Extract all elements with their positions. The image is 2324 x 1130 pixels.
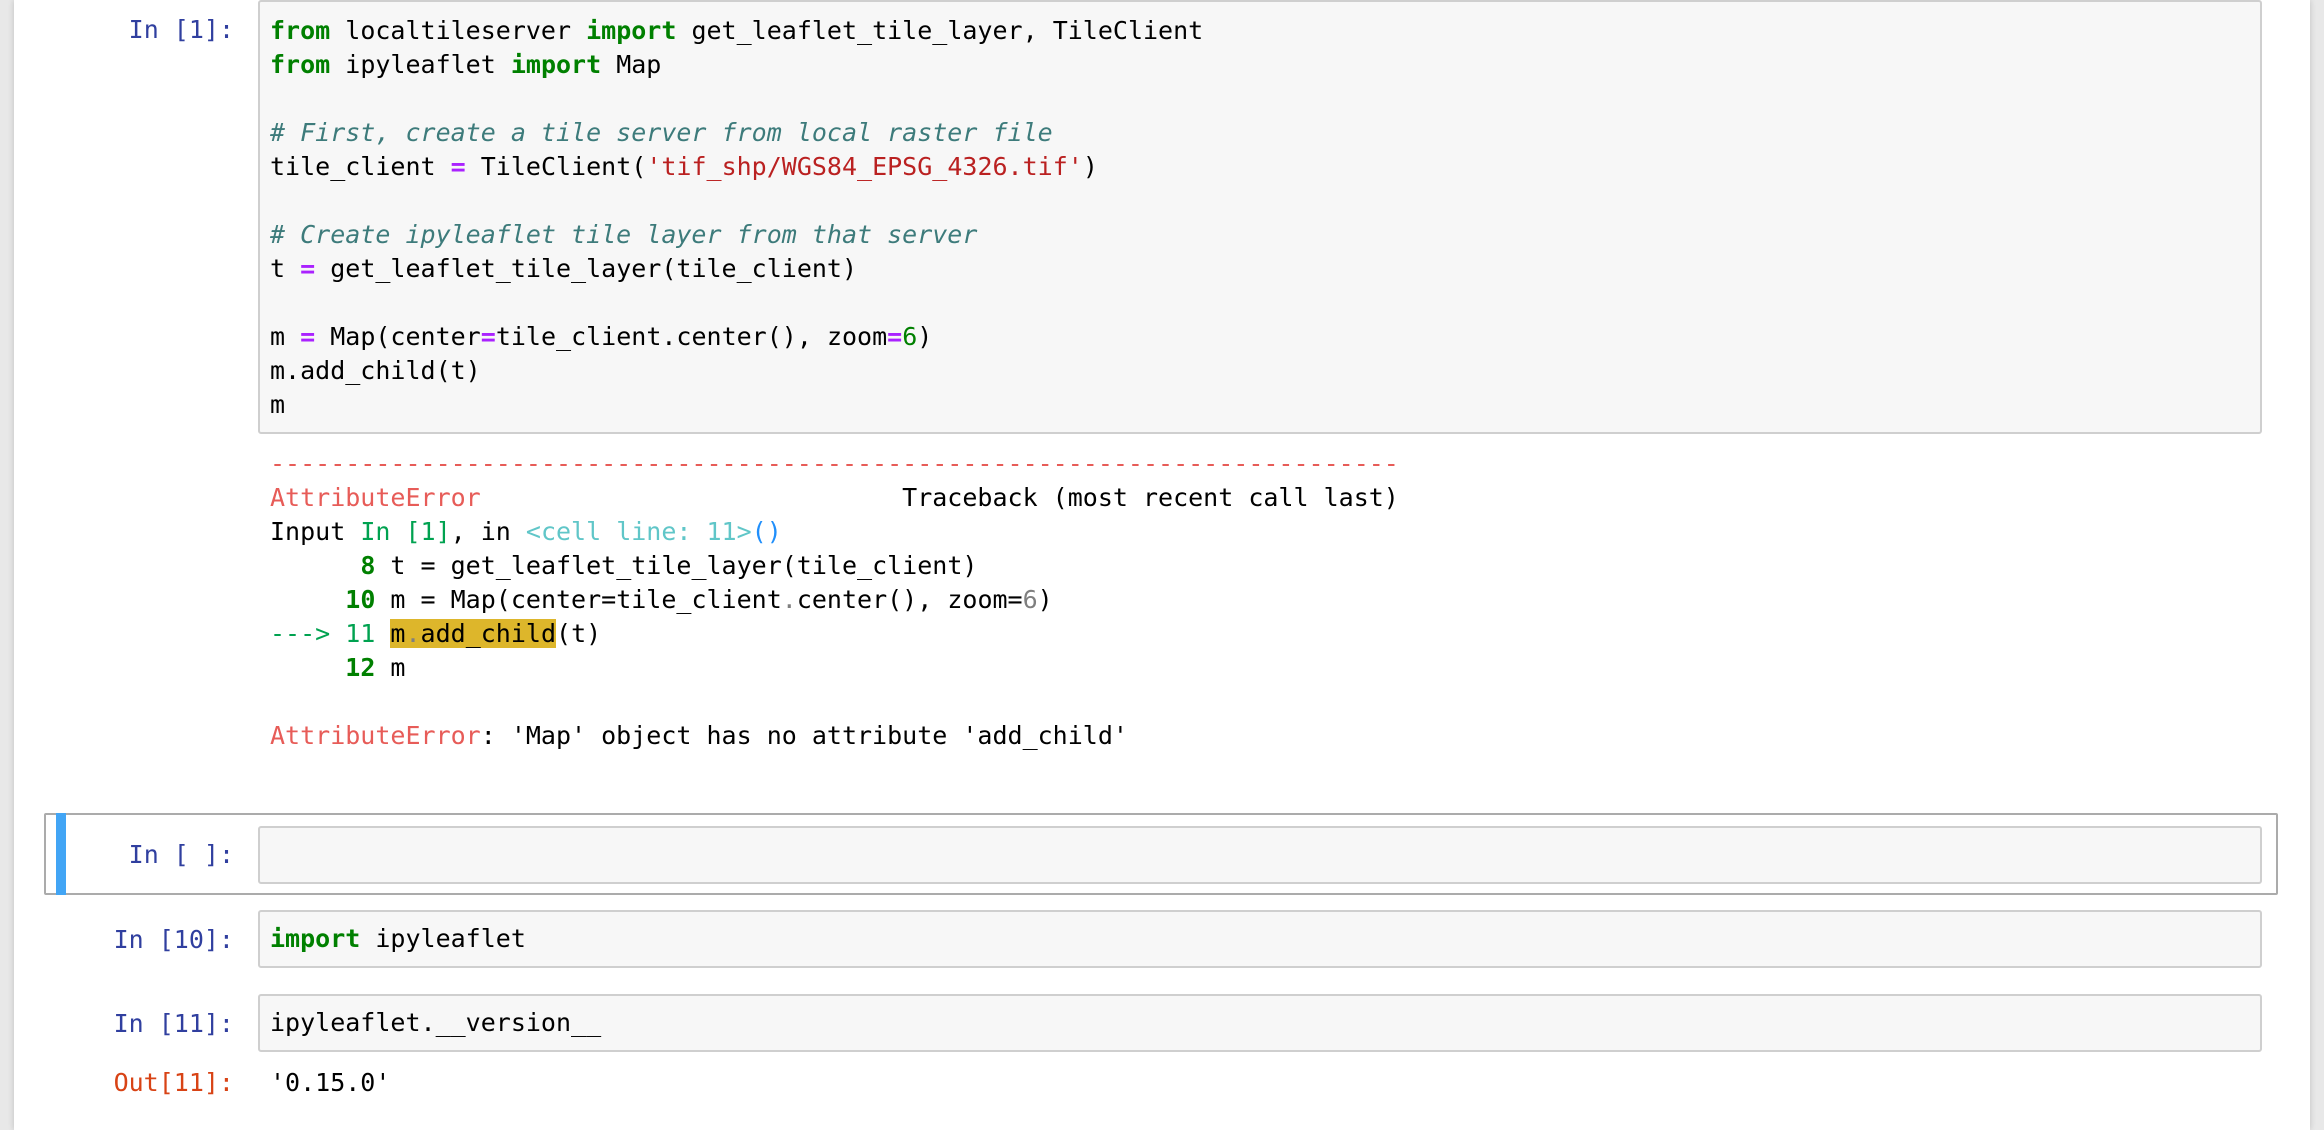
code-token: = bbox=[450, 152, 466, 181]
input-prompt: In [ ]: bbox=[128, 840, 234, 869]
code-token: m bbox=[390, 619, 406, 648]
code-token: . bbox=[781, 585, 797, 614]
code-text[interactable]: ipyleaflet.__version__ bbox=[270, 1006, 601, 1040]
code-token: from bbox=[270, 16, 331, 45]
code-token: 10 bbox=[345, 585, 376, 614]
output-line: 12 m bbox=[270, 651, 1399, 685]
code-token: Map bbox=[601, 50, 662, 79]
code-token: add_child bbox=[420, 619, 557, 648]
code-text[interactable]: from localtileserver import get_leaflet_… bbox=[270, 14, 1203, 422]
input-prompt: In [10]: bbox=[113, 925, 234, 954]
code-token: 6 bbox=[902, 322, 918, 351]
code-line: from localtileserver import get_leaflet_… bbox=[270, 14, 1203, 48]
code-editor[interactable]: from localtileserver import get_leaflet_… bbox=[258, 0, 2262, 434]
output-prompt: Out[11]: bbox=[113, 1068, 234, 1097]
code-token: tile_client bbox=[270, 152, 451, 181]
code-token: import bbox=[586, 16, 677, 45]
code-line: from ipyleaflet import Map bbox=[270, 48, 1203, 82]
code-token: ipyleaflet.__version__ bbox=[270, 1008, 602, 1037]
notebook-area: In [1]: from localtileserver import get_… bbox=[14, 0, 2310, 1130]
code-line: m bbox=[270, 388, 1203, 422]
code-token: ipyleaflet bbox=[330, 50, 511, 79]
code-token: . bbox=[405, 619, 421, 648]
output-line: AttributeError Traceback (most recent ca… bbox=[270, 481, 1399, 515]
code-token: ) bbox=[1082, 152, 1098, 181]
code-token: 12 bbox=[345, 653, 376, 682]
code-token: (t) bbox=[556, 619, 602, 648]
code-token: m bbox=[375, 653, 406, 682]
code-line: t = get_leaflet_tile_layer(tile_client) bbox=[270, 252, 1203, 286]
code-editor-empty[interactable] bbox=[258, 826, 2262, 884]
code-line: tile_client = TileClient('tif_shp/WGS84_… bbox=[270, 150, 1203, 184]
code-token: m bbox=[270, 390, 286, 419]
error-output: ----------------------------------------… bbox=[270, 447, 1399, 753]
output-line: 10 m = Map(center=tile_client.center(), … bbox=[270, 583, 1399, 617]
code-token: ----------------------------------------… bbox=[270, 449, 1399, 478]
code-token: 6 bbox=[1022, 585, 1038, 614]
code-token: Traceback (most recent call last) bbox=[480, 483, 1399, 512]
code-token: m = Map(center=tile_client bbox=[375, 585, 782, 614]
code-token: 'tif_shp/WGS84_EPSG_4326.tif' bbox=[646, 152, 1083, 181]
code-token: # Create ipyleaflet tile layer from that… bbox=[270, 220, 978, 249]
code-token: t bbox=[270, 254, 301, 283]
code-token: get_leaflet_tile_layer, TileClient bbox=[676, 16, 1204, 45]
code-token: ipyleaflet bbox=[360, 924, 526, 953]
code-token: from bbox=[270, 50, 331, 79]
code-token: = bbox=[480, 322, 496, 351]
code-token: In [1] bbox=[360, 517, 451, 546]
code-text[interactable]: import ipyleaflet bbox=[270, 922, 526, 956]
input-prompt: In [11]: bbox=[113, 1009, 234, 1038]
code-token: AttributeError bbox=[270, 721, 481, 750]
code-token: TileClient( bbox=[465, 152, 647, 181]
code-token: ---> 11 bbox=[270, 619, 391, 648]
code-token: # First, create a tile server from local… bbox=[270, 118, 1053, 147]
code-line: ipyleaflet.__version__ bbox=[270, 1006, 601, 1040]
code-token: () bbox=[751, 517, 782, 546]
code-token: import bbox=[510, 50, 602, 79]
code-token: ) bbox=[1037, 585, 1053, 614]
code-token: , in bbox=[450, 517, 526, 546]
output-value: '0.15.0' bbox=[270, 1068, 391, 1097]
output-line: Input In [1], in <cell line: 11>() bbox=[270, 515, 1399, 549]
code-line: import ipyleaflet bbox=[270, 922, 526, 956]
code-line: # Create ipyleaflet tile layer from that… bbox=[270, 218, 1203, 252]
code-token: = bbox=[887, 322, 903, 351]
code-line: m = Map(center=tile_client.center(), zoo… bbox=[270, 320, 1203, 354]
code-token: tile_client.center(), zoom bbox=[495, 322, 888, 351]
code-token: center(), zoom= bbox=[796, 585, 1023, 614]
output-line: ---> 11 m.add_child(t) bbox=[270, 617, 1399, 651]
code-token: : 'Map' object has no attribute 'add_chi… bbox=[480, 721, 1128, 750]
code-token: = bbox=[300, 254, 316, 283]
code-token: import bbox=[270, 924, 361, 953]
input-prompt: In [1]: bbox=[128, 15, 234, 44]
code-editor[interactable]: ipyleaflet.__version__ bbox=[258, 994, 2262, 1052]
code-editor[interactable]: import ipyleaflet bbox=[258, 910, 2262, 968]
output-line: ----------------------------------------… bbox=[270, 447, 1399, 481]
code-token: localtileserver bbox=[330, 16, 587, 45]
code-token: 8 bbox=[360, 551, 376, 580]
code-token: m.add_child(t) bbox=[270, 356, 481, 385]
code-token: m bbox=[270, 322, 301, 351]
code-line: # First, create a tile server from local… bbox=[270, 116, 1203, 150]
code-token: = bbox=[300, 322, 316, 351]
output-line: 8 t = get_leaflet_tile_layer(tile_client… bbox=[270, 549, 1399, 583]
code-token: Input bbox=[270, 517, 361, 546]
code-token: <cell line: 11> bbox=[525, 517, 752, 546]
code-token: ) bbox=[917, 322, 933, 351]
code-token: Map(center bbox=[315, 322, 481, 351]
code-token: AttributeError bbox=[270, 483, 481, 512]
code-line: m.add_child(t) bbox=[270, 354, 1203, 388]
code-token: get_leaflet_tile_layer(tile_client) bbox=[315, 254, 858, 283]
code-token: t = get_leaflet_tile_layer(tile_client) bbox=[375, 551, 978, 580]
output-line: AttributeError: 'Map' object has no attr… bbox=[270, 719, 1399, 753]
